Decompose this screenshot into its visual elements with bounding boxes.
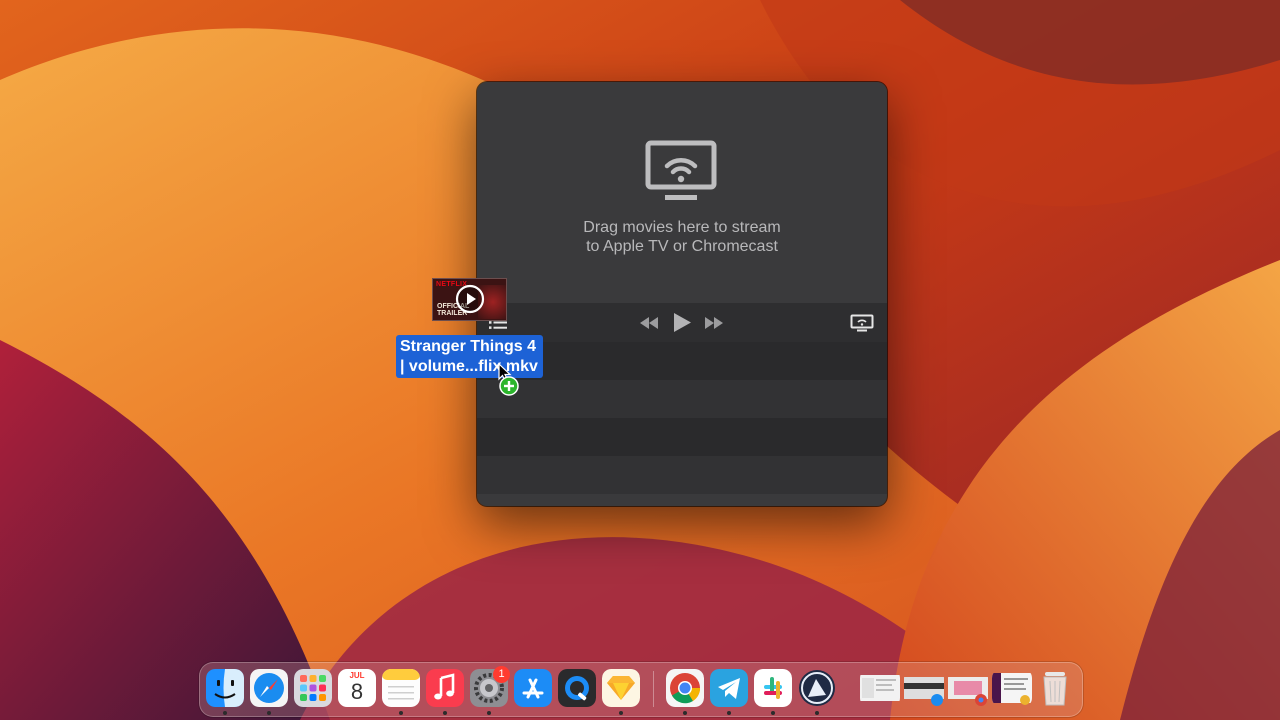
running-indicator	[619, 711, 623, 715]
play-circle-icon	[455, 284, 485, 314]
calendar-icon[interactable]: JUL 8	[338, 669, 376, 707]
dragged-file-name-line-2: | volume...flix.mkv	[400, 358, 538, 375]
rewind-icon[interactable]	[639, 317, 659, 329]
playlist-row[interactable]	[477, 456, 887, 494]
fast-forward-icon[interactable]	[704, 317, 724, 329]
drop-zone[interactable]: Drag movies here to stream to Apple TV o…	[477, 82, 887, 303]
airplay-device-icon[interactable]	[850, 314, 874, 332]
finder-icon[interactable]	[206, 669, 244, 707]
running-indicator	[267, 711, 271, 715]
play-icon[interactable]	[672, 312, 692, 333]
dock-separator	[653, 671, 654, 707]
app-store-icon[interactable]	[514, 669, 552, 707]
running-indicator	[399, 711, 403, 715]
running-indicator	[727, 711, 731, 715]
drop-instructions: Drag movies here to stream to Apple TV o…	[477, 218, 887, 256]
slack-icon[interactable]	[754, 669, 792, 707]
minimized-window-thumbnail[interactable]	[992, 669, 1032, 707]
running-indicator	[815, 711, 819, 715]
running-indicator	[223, 711, 227, 715]
sketch-icon[interactable]	[602, 669, 640, 707]
trash-icon[interactable]	[1036, 669, 1074, 707]
dock: JUL 8 1	[199, 662, 1083, 717]
running-indicator	[683, 711, 687, 715]
dragged-file-thumbnail: NETFLIX OFFICIAL TRAILER	[432, 278, 507, 321]
stream-app-window: Drag movies here to stream to Apple TV o…	[477, 82, 887, 506]
launchpad-icon[interactable]	[294, 669, 332, 707]
running-indicator	[443, 711, 447, 715]
drop-instructions-line-1: Drag movies here to stream	[583, 219, 781, 236]
proxyman-icon[interactable]	[798, 669, 836, 707]
music-icon[interactable]	[426, 669, 464, 707]
dragged-file-name-line-1: Stranger Things 4	[400, 338, 537, 355]
drop-instructions-line-2: to Apple TV or Chromecast	[586, 238, 778, 255]
safari-icon[interactable]	[250, 669, 288, 707]
playlist-row[interactable]	[477, 380, 887, 418]
dragged-file-name: Stranger Things 4 | volume...flix.mkv	[396, 335, 543, 378]
running-indicator	[487, 711, 491, 715]
telegram-icon[interactable]	[710, 669, 748, 707]
notes-icon[interactable]	[382, 669, 420, 707]
minimized-window-thumbnail[interactable]	[904, 669, 944, 707]
calendar-day: 8	[350, 679, 364, 704]
playlist-row[interactable]	[477, 418, 887, 456]
minimized-window-thumbnail[interactable]	[860, 669, 900, 707]
running-indicator	[771, 711, 775, 715]
copy-plus-icon	[499, 376, 519, 396]
airplay-tv-icon	[645, 140, 717, 200]
notification-badge: 1	[493, 666, 510, 683]
quicktime-icon[interactable]	[558, 669, 596, 707]
chrome-icon[interactable]	[666, 669, 704, 707]
minimized-window-thumbnail[interactable]	[948, 669, 988, 707]
